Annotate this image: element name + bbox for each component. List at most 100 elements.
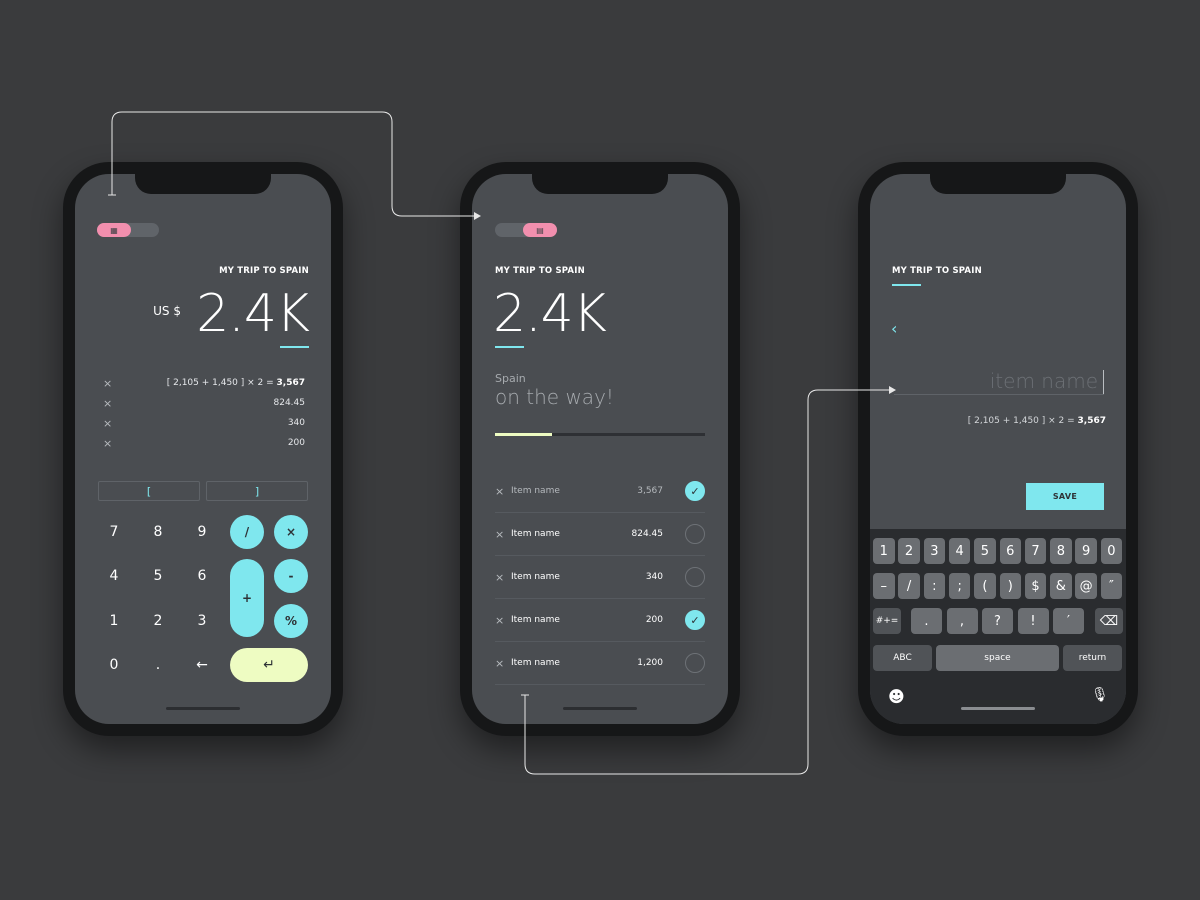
keyboard-key[interactable]: 1 — [873, 538, 895, 564]
back-chevron-icon[interactable]: ‹ — [891, 319, 897, 338]
keyboard-key[interactable]: & — [1050, 573, 1072, 599]
keyboard-key[interactable]: ( — [974, 573, 996, 599]
key-5[interactable]: 5 — [141, 559, 175, 593]
checkbox-icon[interactable] — [685, 567, 705, 587]
notch — [135, 174, 271, 194]
keyboard-key[interactable]: 0 — [1100, 538, 1123, 564]
item-name-input[interactable]: item name — [894, 369, 1104, 395]
total-amount: 2.4K — [493, 284, 607, 344]
remove-icon[interactable]: × — [495, 571, 511, 584]
keyboard-key[interactable]: : — [923, 573, 946, 599]
key-7[interactable]: 7 — [97, 515, 131, 549]
key-4[interactable]: 4 — [97, 559, 131, 593]
keyboard-key[interactable]: ! — [1017, 608, 1049, 634]
emoji-icon[interactable]: ☻ — [888, 687, 905, 706]
trip-list-screen: ▤ MY TRIP TO SPAIN 2.4K Spain on the way… — [472, 174, 728, 724]
keyboard-key[interactable]: ) — [999, 573, 1021, 599]
home-indicator — [166, 707, 240, 710]
remove-icon[interactable]: × — [495, 657, 511, 670]
grid-icon: ▦ — [97, 223, 131, 237]
abc-key[interactable]: ABC — [873, 645, 932, 671]
phone-add-item: MY TRIP TO SPAIN ‹ item name [ 2,105 + 1… — [858, 162, 1138, 736]
currency-label: US $ — [153, 304, 181, 318]
total-amount: 2.4K — [196, 284, 310, 344]
microphone-icon[interactable]: 🎙 — [1091, 687, 1109, 703]
keyboard-key[interactable]: 6 — [999, 538, 1021, 564]
keyboard-key[interactable]: . — [911, 608, 942, 634]
keyboard-key[interactable]: ? — [982, 608, 1013, 634]
space-key[interactable]: space — [936, 645, 1059, 671]
key-9[interactable]: 9 — [185, 515, 219, 549]
keyboard-key[interactable]: 2 — [898, 538, 920, 564]
keyboard-key[interactable]: 5 — [974, 538, 996, 564]
view-toggle[interactable]: ▦ — [97, 223, 159, 237]
checkbox-icon[interactable]: ✓ — [685, 610, 705, 630]
keyboard-key[interactable]: $ — [1024, 573, 1047, 599]
phone-trip-list: ▤ MY TRIP TO SPAIN 2.4K Spain on the way… — [460, 162, 740, 736]
divide-button[interactable]: / — [230, 515, 264, 549]
checkbox-icon[interactable] — [685, 653, 705, 673]
view-toggle[interactable]: ▤ — [495, 223, 557, 237]
destination-label: Spain — [495, 372, 526, 385]
remove-icon[interactable]: × — [103, 397, 112, 410]
remove-icon[interactable]: × — [103, 437, 112, 450]
trip-title: MY TRIP TO SPAIN — [495, 266, 585, 276]
list-item[interactable]: × Item name 200 ✓ — [495, 599, 705, 642]
remove-icon[interactable]: × — [495, 614, 511, 627]
keyboard-key[interactable]: 4 — [948, 538, 971, 564]
remove-icon[interactable]: × — [103, 377, 112, 390]
keyboard-key[interactable]: / — [898, 573, 920, 599]
save-button[interactable]: SAVE — [1026, 483, 1104, 510]
multiply-button[interactable]: × — [274, 515, 308, 549]
list-item[interactable]: × Item name 340 — [495, 556, 705, 599]
trip-progress-bar — [495, 433, 705, 436]
backspace-arrow-icon[interactable]: ← — [185, 648, 219, 682]
key-3[interactable]: 3 — [185, 604, 219, 638]
checkbox-icon[interactable] — [685, 524, 705, 544]
key-0[interactable]: 0 — [97, 648, 131, 682]
list-item[interactable]: × Item name 1,200 — [495, 642, 705, 685]
calc-row: × 824.45 — [103, 396, 305, 410]
item-value: 200 — [645, 615, 663, 625]
checkbox-icon[interactable]: ✓ — [685, 481, 705, 501]
notch — [532, 174, 668, 194]
keyboard-key[interactable]: @ — [1075, 573, 1097, 599]
enter-button[interactable]: ↵ — [230, 648, 308, 682]
key-2[interactable]: 2 — [141, 604, 175, 638]
return-key[interactable]: return — [1063, 645, 1122, 671]
remove-icon[interactable]: × — [495, 485, 511, 498]
item-name-placeholder: item name — [989, 369, 1098, 393]
add-item-screen: MY TRIP TO SPAIN ‹ item name [ 2,105 + 1… — [870, 174, 1126, 724]
keyboard-key[interactable]: ″ — [1100, 573, 1123, 599]
percent-button[interactable]: % — [274, 604, 308, 638]
remove-icon[interactable]: × — [495, 528, 511, 541]
keyboard-key[interactable]: , — [946, 608, 978, 634]
open-bracket-button[interactable]: [ — [98, 481, 200, 501]
remove-icon[interactable]: × — [103, 417, 112, 430]
title-underline — [892, 284, 921, 286]
keyboard-key[interactable]: 7 — [1024, 538, 1047, 564]
keyboard-key[interactable]: – — [873, 573, 895, 599]
keyboard-key[interactable]: 9 — [1075, 538, 1097, 564]
checkmark-icon: ✓ — [690, 484, 700, 498]
checkmark-icon: ✓ — [690, 613, 700, 627]
minus-button[interactable]: - — [274, 559, 308, 593]
key-decimal[interactable]: . — [141, 648, 175, 682]
list-item[interactable]: × Item name 3,567 ✓ — [495, 470, 705, 513]
plus-button[interactable]: + — [230, 559, 264, 637]
keyboard-key[interactable]: 3 — [923, 538, 946, 564]
item-formula: [ 2,105 + 1,450 ] × 2 = 3,567 — [967, 416, 1106, 426]
more-symbols-key[interactable]: #+= — [873, 608, 901, 634]
key-6[interactable]: 6 — [185, 559, 219, 593]
amount-underline — [495, 346, 524, 348]
amount-underline — [280, 346, 309, 348]
keyboard-key[interactable]: ; — [948, 573, 971, 599]
delete-key-icon[interactable]: ⌫ — [1095, 608, 1123, 634]
list-item[interactable]: × Item name 824.45 — [495, 513, 705, 556]
keyboard-key[interactable]: 8 — [1050, 538, 1072, 564]
keyboard-key[interactable]: ′ — [1053, 608, 1084, 634]
item-name: Item name — [511, 658, 560, 668]
key-1[interactable]: 1 — [97, 604, 131, 638]
key-8[interactable]: 8 — [141, 515, 175, 549]
close-bracket-button[interactable]: ] — [206, 481, 308, 501]
